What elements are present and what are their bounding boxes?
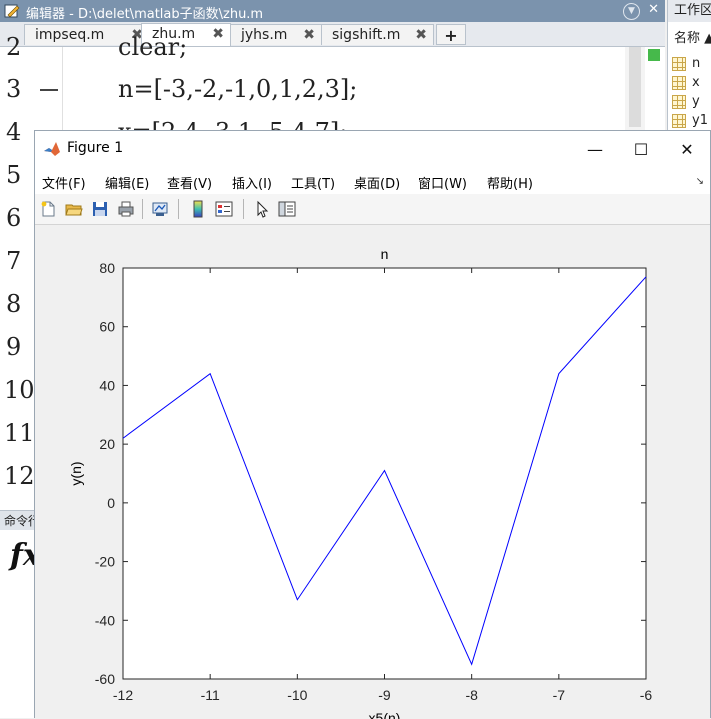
code-analyzer-status-icon[interactable]: [645, 47, 663, 63]
breakpoint-dash[interactable]: [40, 89, 58, 91]
command-window[interactable]: fx: [0, 530, 34, 718]
y-tick-label: 20: [99, 436, 115, 452]
variable-name: n: [692, 55, 700, 73]
menu-help[interactable]: 帮助(H): [487, 173, 533, 192]
tab-jyhs[interactable]: jyhs.m ✖: [230, 24, 322, 45]
link-plot-icon[interactable]: [151, 200, 169, 218]
edit-plot-arrow-icon[interactable]: [253, 200, 271, 218]
toolbar-separator: [243, 199, 244, 219]
command-window-header: 命令行窗口: [0, 510, 34, 530]
x-tick-label: -12: [113, 687, 133, 703]
line-number: 10: [4, 376, 34, 404]
menu-desktop[interactable]: 桌面(D): [354, 173, 400, 192]
y-tick-label: -20: [95, 554, 115, 570]
tab-label: sigshift.m: [332, 27, 400, 43]
figure-menubar: 文件(F) 编辑(E) 查看(V) 插入(I) 工具(T) 桌面(D) 窗口(W…: [35, 168, 710, 194]
y-tick-label: -60: [95, 671, 115, 687]
scroll-thumb[interactable]: [629, 47, 641, 127]
y-axis-label: y(n): [68, 461, 84, 485]
line-number: 8: [6, 290, 36, 318]
figure-titlebar: Figure 1 — ☐ ✕: [35, 131, 710, 168]
property-inspector-icon[interactable]: [278, 200, 296, 218]
editor-icon: [4, 3, 20, 19]
line-number: 7: [6, 247, 36, 275]
menu-view[interactable]: 查看(V): [167, 173, 212, 192]
figure-title: Figure 1: [67, 140, 123, 156]
variable-name: x: [692, 74, 700, 92]
code-line: n=[-3,-2,-1,0,1,2,3];: [118, 75, 357, 103]
figure-window: Figure 1 — ☐ ✕ 文件(F) 编辑(E) 查看(V) 插入(I) 工…: [34, 130, 711, 718]
variable-name: y: [692, 93, 700, 111]
workspace-var-x[interactable]: x: [670, 74, 711, 92]
line-number: 6: [6, 204, 36, 232]
line-number: 2: [6, 33, 36, 61]
y-tick-label: 60: [99, 319, 115, 335]
toolbar-separator: [178, 199, 179, 219]
line-number: 3: [6, 75, 36, 103]
menu-file[interactable]: 文件(F): [42, 173, 86, 192]
line-number: 9: [6, 333, 36, 361]
workspace-var-y[interactable]: y: [670, 93, 711, 111]
workspace-var-n[interactable]: n: [670, 55, 711, 73]
maximize-button[interactable]: ☐: [618, 131, 664, 168]
editor-titlebar: 编辑器 - D:\delet\matlab子函数\zhu.m ▼ ✕: [0, 0, 665, 22]
variable-grid-icon: [672, 57, 686, 71]
insert-colorbar-icon[interactable]: [189, 200, 207, 218]
menu-tools[interactable]: 工具(T): [291, 173, 335, 192]
open-file-icon[interactable]: [65, 200, 83, 218]
x-tick-label: -9: [378, 687, 391, 703]
tab-label: jyhs.m: [241, 27, 287, 43]
figure-toolbar: [35, 194, 710, 225]
workspace-column-header[interactable]: 名称 ▲: [668, 28, 711, 50]
plot-canvas[interactable]: -12-11-10-9-8-7-6-60-40-20020406080nx5(n…: [35, 225, 710, 719]
line-number: 5: [6, 161, 36, 189]
menu-edit[interactable]: 编辑(E): [105, 173, 149, 192]
toolbar-separator: [142, 199, 143, 219]
x-tick-label: -8: [465, 687, 478, 703]
chart-title: n: [381, 246, 389, 262]
close-icon[interactable]: ✕: [648, 2, 659, 17]
dock-arrow-icon[interactable]: ↘: [696, 176, 704, 187]
matlab-logo-icon: [43, 140, 61, 158]
close-icon[interactable]: ✖: [303, 25, 315, 46]
line-number: 4: [6, 118, 36, 146]
line-number: 12: [4, 462, 34, 490]
workspace-panel: 工作区 名称 ▲ n x y y1: [667, 0, 711, 140]
print-icon[interactable]: [117, 200, 135, 218]
x-tick-label: -6: [640, 687, 653, 703]
minimize-button[interactable]: —: [572, 131, 618, 168]
close-button[interactable]: ✕: [664, 131, 710, 168]
variable-grid-icon: [672, 95, 686, 109]
close-icon[interactable]: ✖: [212, 24, 224, 45]
x-tick-label: -7: [553, 687, 566, 703]
editor-tabbar: impseq.m ✖ zhu.m ✖ jyhs.m ✖ sigshift.m ✖…: [0, 22, 665, 47]
menu-insert[interactable]: 插入(I): [232, 173, 272, 192]
x-tick-label: -11: [201, 687, 220, 703]
tab-sigshift[interactable]: sigshift.m ✖: [321, 24, 434, 45]
add-tab-button[interactable]: +: [436, 24, 466, 45]
line-number: 11: [4, 419, 34, 447]
x-tick-label: -10: [287, 687, 307, 703]
workspace-var-y1[interactable]: y1: [670, 112, 711, 130]
axes-box: [123, 268, 646, 679]
code-line: clear;: [118, 33, 187, 61]
save-icon[interactable]: [91, 200, 109, 218]
variable-name: y1: [692, 112, 708, 130]
editor-title: 编辑器 - D:\delet\matlab子函数\zhu.m: [26, 3, 263, 22]
tab-label: impseq.m: [35, 27, 104, 43]
chevron-down-icon[interactable]: ▼: [623, 3, 640, 20]
menu-window[interactable]: 窗口(W): [418, 173, 467, 192]
variable-grid-icon: [672, 114, 686, 128]
close-icon[interactable]: ✖: [415, 25, 427, 46]
variable-grid-icon: [672, 76, 686, 90]
y-tick-label: -40: [95, 612, 115, 628]
insert-legend-icon[interactable]: [215, 200, 233, 218]
y-tick-label: 80: [99, 260, 115, 276]
y-tick-label: 40: [99, 377, 115, 393]
new-file-icon[interactable]: [39, 200, 57, 218]
workspace-title: 工作区: [668, 0, 711, 22]
line-chart[interactable]: -12-11-10-9-8-7-6-60-40-20020406080nx5(n…: [35, 225, 710, 719]
y-tick-label: 0: [107, 495, 115, 511]
